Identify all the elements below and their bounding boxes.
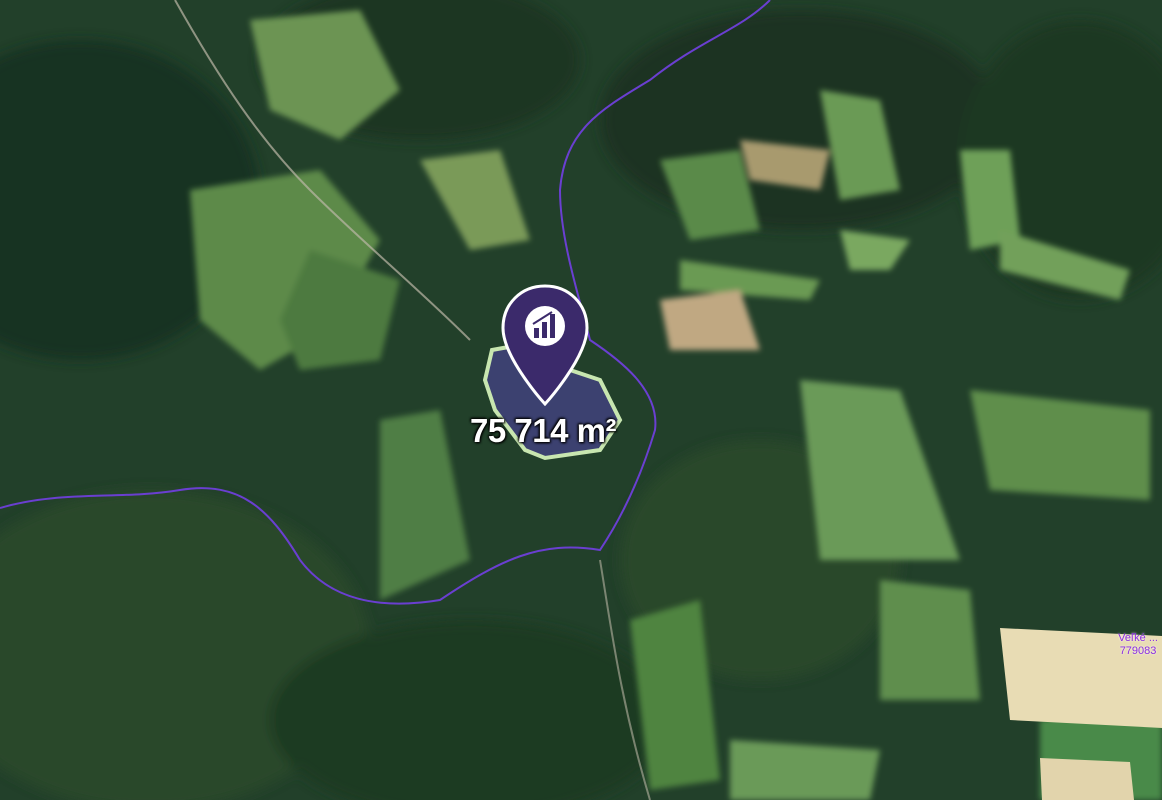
parcel-area-label: 75 714 m² xyxy=(470,412,616,449)
border-label-name: Veľké ... xyxy=(1118,632,1158,644)
border-label-code: 779083 xyxy=(1119,645,1157,657)
location-pin-icon[interactable] xyxy=(500,284,590,406)
satellite-map[interactable]: 75 714 m² Veľké ... 779083 xyxy=(0,0,1162,800)
cadastral-border-label: Veľké ... 779083 xyxy=(1118,632,1158,658)
